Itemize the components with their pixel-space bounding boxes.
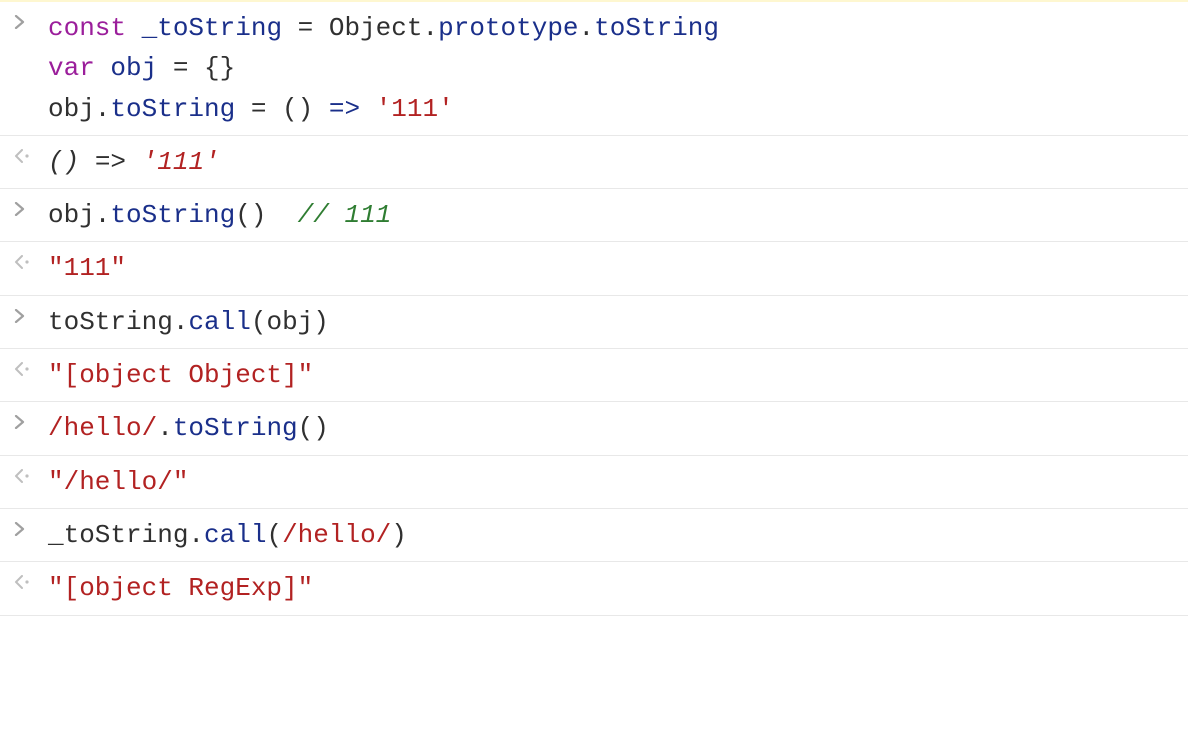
code-token xyxy=(126,147,142,177)
code-token: obj. xyxy=(48,94,110,124)
code-token: ( xyxy=(266,520,282,550)
code-token: "/hello/" xyxy=(48,467,188,497)
code-token: toString xyxy=(110,94,235,124)
console-output-row: () => '111' xyxy=(0,136,1188,189)
code-token: obj. xyxy=(48,200,110,230)
code-content: _toString.call(/hello/) xyxy=(48,515,1176,555)
code-token xyxy=(360,94,376,124)
code-token xyxy=(95,53,111,83)
code-content: obj.toString() // 111 xyxy=(48,195,1176,235)
console-input-row: obj.toString() // 111 xyxy=(0,189,1188,242)
code-token: prototype xyxy=(438,13,578,43)
code-token: . xyxy=(423,13,439,43)
output-chevron-icon xyxy=(14,248,48,269)
code-token: toString xyxy=(173,413,298,443)
code-token: toString. xyxy=(48,307,188,337)
code-token: Object xyxy=(329,13,423,43)
code-token: /hello/ xyxy=(48,413,157,443)
console-output-row: "111" xyxy=(0,242,1188,295)
code-content: "[object RegExp]" xyxy=(48,568,1176,608)
code-content: "/hello/" xyxy=(48,462,1176,502)
code-token: /hello/ xyxy=(282,520,391,550)
code-token: => xyxy=(329,94,360,124)
console-input-row: /hello/.toString() xyxy=(0,402,1188,455)
console-output-row: "[object Object]" xyxy=(0,349,1188,402)
console-log: const _toString = Object.prototype.toStr… xyxy=(0,0,1188,616)
console-input-row: _toString.call(/hello/) xyxy=(0,509,1188,562)
console-input-row: const _toString = Object.prototype.toStr… xyxy=(0,0,1188,136)
console-output-row: "[object RegExp]" xyxy=(0,562,1188,615)
input-chevron-icon xyxy=(14,195,48,216)
code-token: = () xyxy=(235,94,329,124)
code-token: var xyxy=(48,53,95,83)
code-token: call xyxy=(188,307,250,337)
input-chevron-icon xyxy=(14,302,48,323)
input-chevron-icon xyxy=(14,408,48,429)
input-chevron-icon xyxy=(14,515,48,536)
code-token: '111' xyxy=(376,94,454,124)
code-token: "111" xyxy=(48,253,126,283)
code-token: "[object RegExp]" xyxy=(48,573,313,603)
code-token: = {} xyxy=(157,53,235,83)
code-token: (obj) xyxy=(251,307,329,337)
code-token: . xyxy=(157,413,173,443)
code-token: . xyxy=(579,13,595,43)
code-token: const xyxy=(48,13,126,43)
code-token: () xyxy=(235,200,297,230)
code-content: "[object Object]" xyxy=(48,355,1176,395)
code-token: "[object Object]" xyxy=(48,360,313,390)
input-chevron-icon xyxy=(14,8,48,29)
code-token: '111' xyxy=(142,147,220,177)
code-token: // 111 xyxy=(298,200,392,230)
output-chevron-icon xyxy=(14,142,48,163)
code-token: _toString. xyxy=(48,520,204,550)
code-token: () xyxy=(298,413,329,443)
console-output-row: "/hello/" xyxy=(0,456,1188,509)
code-token: () xyxy=(48,147,95,177)
code-content: /hello/.toString() xyxy=(48,408,1176,448)
code-token: ) xyxy=(391,520,407,550)
code-token: toString xyxy=(110,200,235,230)
code-token: => xyxy=(95,147,126,177)
code-token: toString xyxy=(594,13,719,43)
code-content: "111" xyxy=(48,248,1176,288)
code-token: = xyxy=(282,13,329,43)
code-token: call xyxy=(204,520,266,550)
output-chevron-icon xyxy=(14,355,48,376)
code-content: toString.call(obj) xyxy=(48,302,1176,342)
code-content: () => '111' xyxy=(48,142,1176,182)
console-input-row: toString.call(obj) xyxy=(0,296,1188,349)
code-content: const _toString = Object.prototype.toStr… xyxy=(48,8,1176,129)
output-chevron-icon xyxy=(14,568,48,589)
output-chevron-icon xyxy=(14,462,48,483)
code-token xyxy=(126,13,142,43)
code-token: obj xyxy=(110,53,157,83)
code-token: _toString xyxy=(142,13,282,43)
